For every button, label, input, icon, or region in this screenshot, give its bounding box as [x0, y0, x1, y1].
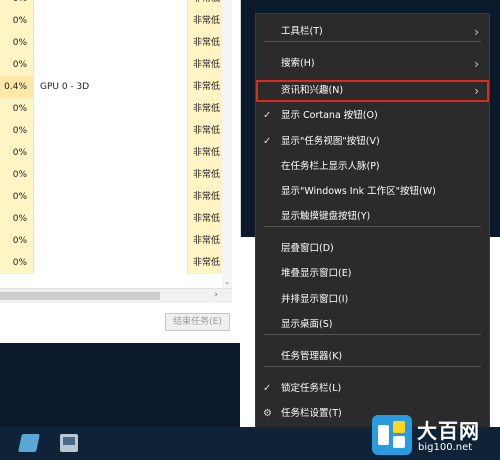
menu-item[interactable]: 在任务栏上显示人脉(P) [256, 156, 489, 178]
menu-item[interactable]: 显示"Windows Ink 工作区"按钮(W) [256, 181, 489, 203]
scrollbar-thumb[interactable] [0, 292, 160, 300]
menu-item-label: 显示"Windows Ink 工作区"按钮(W) [281, 186, 436, 197]
menu-item[interactable]: 显示触摸键盘按钮(Y) [256, 206, 489, 228]
horizontal-scrollbar[interactable]: › [0, 288, 232, 303]
cpu-value: 0% [0, 208, 34, 230]
menu-item[interactable]: ✓ 显示 Cortana 按钮(O) [256, 105, 489, 127]
cpu-value: 0% [0, 54, 34, 76]
check-icon: ✓ [263, 383, 272, 394]
menu-item[interactable]: 任务管理器(K) [256, 346, 489, 368]
menu-item[interactable]: 资讯和兴趣(N) › [256, 80, 489, 102]
scroll-down-icon[interactable]: ⌄ [223, 278, 231, 286]
process-row[interactable]: 0.4% GPU 0 - 3D 非常低 [0, 76, 232, 98]
cpu-value: 0% [0, 230, 34, 252]
menu-item-label: 显示"任务视图"按钮(V) [281, 136, 380, 147]
menu-item-label: 显示触摸键盘按钮(Y) [281, 211, 371, 222]
cpu-value: 0% [0, 120, 34, 142]
process-row[interactable]: 0%非常低 [0, 252, 232, 274]
gear-icon: ⚙ [263, 408, 272, 419]
cpu-value: 0% [0, 0, 34, 10]
end-task-button[interactable]: 结束任务(E) [165, 313, 230, 331]
menu-item-label: 任务栏设置(T) [281, 408, 342, 419]
cpu-value: 0% [0, 10, 34, 32]
task-manager-window: 0%非常低0%非常低0%非常低0%非常低0.4%GPU 0 - 3D非常低0%非… [0, 0, 241, 343]
menu-item-label: 堆叠显示窗口(E) [281, 268, 352, 279]
menu-item[interactable]: 显示桌面(S) [256, 314, 489, 336]
menu-item-label: 搜索(H) [281, 58, 315, 69]
process-row[interactable]: 0%非常低 [0, 0, 232, 10]
vertical-scrollbar[interactable]: ⌄ [222, 0, 232, 288]
menu-item-label: 任务管理器(K) [281, 351, 343, 362]
process-row[interactable]: 0%非常低 [0, 208, 232, 230]
menu-item-label: 工具栏(T) [281, 26, 323, 37]
process-row[interactable]: 0%非常低 [0, 142, 232, 164]
menu-item[interactable]: 工具栏(T) › [256, 21, 489, 43]
scroll-right-icon[interactable]: › [214, 290, 218, 300]
process-row[interactable]: 0%非常低 [0, 10, 232, 32]
watermark: 大百网 big100.net [372, 405, 500, 460]
menu-item[interactable]: 搜索(H) › [256, 53, 489, 75]
process-row[interactable]: 0%非常低 [0, 164, 232, 186]
process-list: 0%非常低0%非常低0%非常低0%非常低0.4%GPU 0 - 3D非常低0%非… [0, 0, 232, 288]
process-name: GPU 0 - 3D [40, 82, 90, 92]
check-icon: ✓ [263, 110, 272, 121]
menu-item[interactable]: 并排显示窗口(I) [256, 289, 489, 311]
check-icon: ✓ [263, 136, 272, 147]
menu-item[interactable]: ✓ 锁定任务栏(L) [256, 378, 489, 400]
watermark-url: big100.net [418, 442, 473, 453]
menu-item[interactable]: 层叠窗口(D) [256, 238, 489, 260]
cpu-value: 0% [0, 186, 34, 208]
chevron-right-icon: › [474, 84, 479, 98]
watermark-logo-icon [372, 415, 412, 455]
cpu-value: 0% [0, 142, 34, 164]
cpu-value: 0% [0, 98, 34, 120]
process-row[interactable]: 0%非常低 [0, 98, 232, 120]
menu-item-label: 显示桌面(S) [281, 319, 333, 330]
cpu-value: 0.4% [0, 76, 34, 98]
pinned-app-icon[interactable] [18, 434, 40, 452]
taskbar-context-menu: 工具栏(T) › 搜索(H) › 资讯和兴趣(N) › ✓ 显示 Cortana 按钮(O) ✓… [255, 13, 490, 433]
watermark-title: 大百网 [417, 419, 480, 443]
process-row[interactable]: 0%非常低 [0, 32, 232, 54]
cpu-value: 0% [0, 32, 34, 54]
menu-item-label: 锁定任务栏(L) [281, 383, 342, 394]
menu-item-label: 层叠窗口(D) [281, 243, 334, 254]
process-row[interactable]: 0%非常低 [0, 230, 232, 252]
chevron-right-icon: › [474, 57, 479, 71]
menu-item[interactable]: ✓ 显示"任务视图"按钮(V) [256, 131, 489, 153]
cpu-value: 0% [0, 164, 34, 186]
cpu-value: 0% [0, 252, 34, 274]
menu-item-label: 资讯和兴趣(N) [281, 85, 344, 96]
menu-item[interactable]: 堆叠显示窗口(E) [256, 263, 489, 285]
chevron-right-icon: › [474, 25, 479, 39]
process-row[interactable]: 0%非常低 [0, 54, 232, 76]
menu-item-label: 并排显示窗口(I) [281, 294, 349, 305]
menu-item-label: 显示 Cortana 按钮(O) [281, 110, 378, 121]
pinned-app-icon[interactable] [60, 434, 78, 452]
process-row[interactable]: 0%非常低 [0, 186, 232, 208]
menu-item-label: 在任务栏上显示人脉(P) [281, 161, 380, 172]
process-row[interactable]: 0%非常低 [0, 120, 232, 142]
